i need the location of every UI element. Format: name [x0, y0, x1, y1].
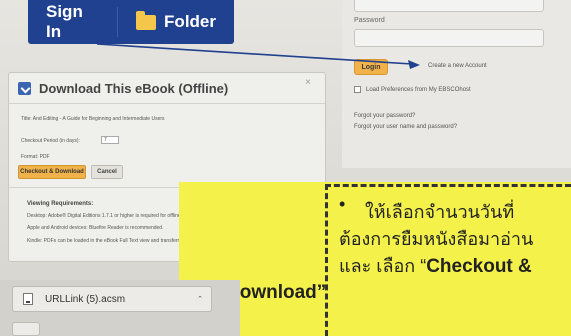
callout-line-3-prefix: และ เลือก “	[339, 256, 427, 276]
login-button-label: Login	[361, 63, 381, 71]
book-title-line: Title: And Editing - A Guide for Beginni…	[21, 116, 165, 122]
create-account-link[interactable]: Create a new Account	[428, 63, 487, 69]
callout-line-4: Download”	[226, 282, 327, 303]
top-toolbar: Sign In Folder	[28, 0, 234, 44]
dialog-divider	[9, 103, 325, 104]
sign-in-label: Sign In	[46, 2, 83, 41]
requirement-desktop: Desktop: Adobe® Digital Editions 1.7.1 o…	[27, 213, 201, 219]
load-preferences-checkbox[interactable]	[354, 86, 361, 93]
callout-line-3-bold: Checkout &	[426, 256, 532, 277]
folder-label: Folder	[164, 12, 216, 31]
cancel-button[interactable]: Cancel	[91, 165, 123, 179]
dialog-title-text: Download This eBook (Offline)	[39, 81, 229, 96]
callout-line-1: ให้เลือกจำนวนวันที่	[365, 202, 515, 222]
checkout-period-select[interactable]: 7	[101, 136, 119, 144]
download-icon	[18, 82, 31, 95]
download-item[interactable]: URLLink (5).acsm ⌃	[12, 286, 212, 312]
password-label: Password	[354, 17, 385, 24]
chevron-up-icon[interactable]: ⌃	[197, 295, 203, 303]
login-button[interactable]: Login	[354, 59, 388, 75]
username-input[interactable]	[354, 0, 544, 12]
sign-in-button[interactable]: Sign In	[28, 0, 117, 44]
folder-icon	[136, 10, 157, 30]
forgot-password-link[interactable]: Forgot your password?	[354, 113, 415, 119]
dialog-title: Download This eBook (Offline)	[18, 81, 228, 96]
forgot-username-link[interactable]: Forgot your user name and password?	[354, 124, 457, 130]
download-item-partial[interactable]	[12, 322, 40, 336]
checkout-download-button[interactable]: Checkout & Download	[18, 165, 86, 179]
callout-line-2: ต้องการยืมหนังสือมาอ่าน	[339, 229, 534, 249]
checkout-period-label: Checkout Period (in days):	[21, 138, 80, 144]
cancel-label: Cancel	[97, 169, 117, 175]
load-preferences-label: Load Preferences from My EBSCOhost	[366, 87, 471, 93]
callout-line-3: และ เลือก “Checkout &	[339, 251, 532, 280]
password-input[interactable]	[354, 29, 544, 47]
callout-bullet: •	[339, 194, 346, 214]
login-panel: Password Login Create a new Account Load…	[342, 0, 571, 168]
requirement-apple-android: Apple and Android devices: Bluefire Read…	[27, 225, 164, 231]
checkout-download-label: Checkout & Download	[20, 169, 84, 175]
download-bar: URLLink (5).acsm ⌃	[0, 280, 240, 336]
format-line: Format: PDF	[21, 154, 50, 160]
file-icon	[23, 293, 33, 305]
download-file-name: URLLink (5).acsm	[45, 293, 126, 305]
close-icon[interactable]: ×	[305, 77, 311, 88]
folder-button[interactable]: Folder	[118, 0, 234, 44]
requirements-title: Viewing Requirements:	[27, 201, 94, 207]
